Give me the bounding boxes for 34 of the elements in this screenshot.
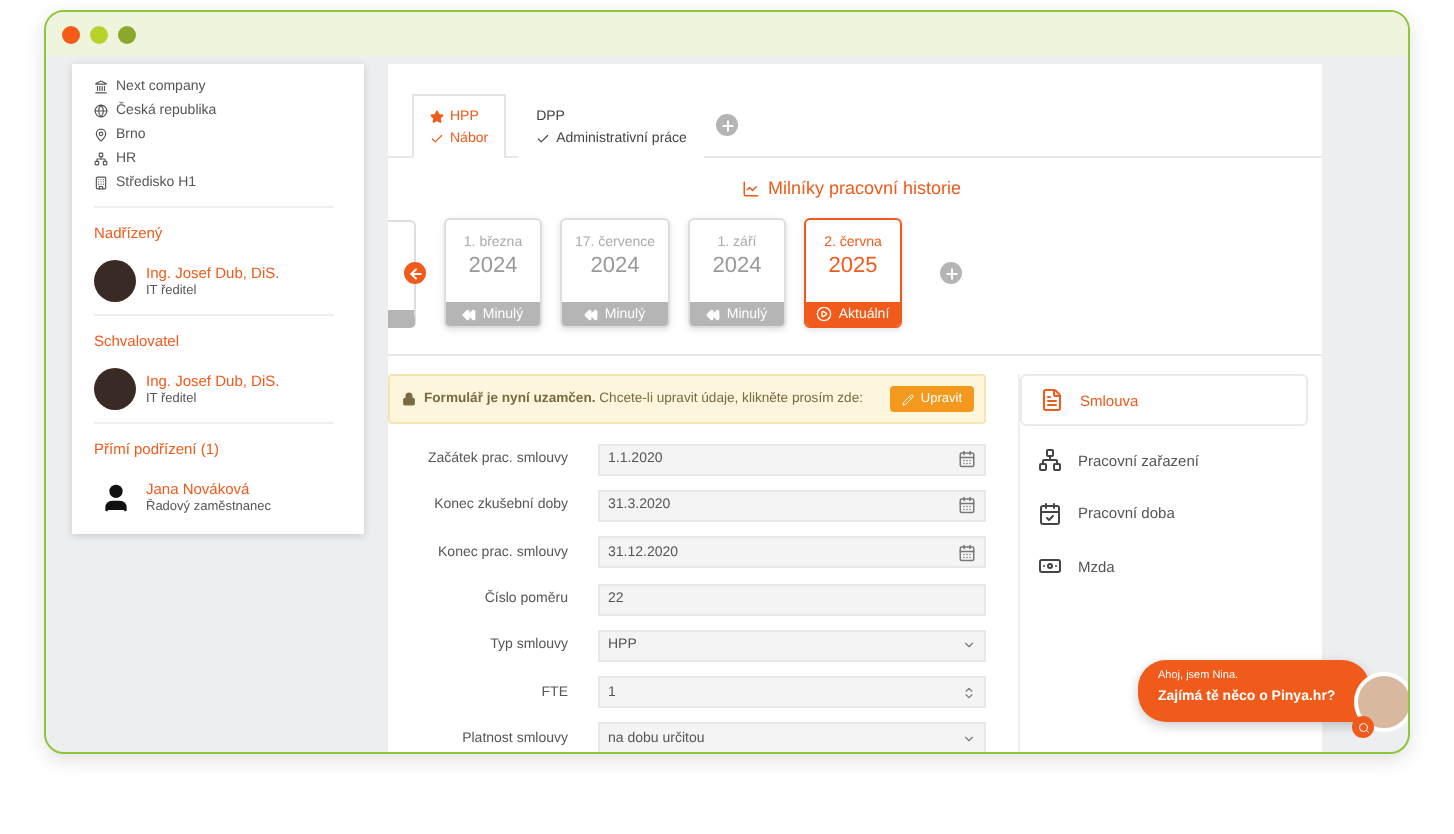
line-chart-icon (742, 179, 760, 197)
chevron-down-icon[interactable] (962, 731, 976, 746)
globe-icon (94, 103, 108, 117)
calendar-icon[interactable] (958, 496, 976, 515)
add-icon[interactable] (940, 262, 962, 284)
check-icon (430, 131, 444, 145)
add-icon[interactable] (716, 114, 739, 136)
play-icon (816, 306, 833, 322)
minimize-dot-icon[interactable] (90, 25, 108, 43)
building-icon (94, 175, 108, 189)
search-icon[interactable] (1352, 716, 1374, 738)
calendar-icon[interactable] (958, 450, 976, 469)
pencil-icon (902, 393, 915, 405)
banknote-icon (1038, 554, 1062, 579)
arrow-left-icon[interactable] (404, 262, 426, 284)
maximize-dot-icon[interactable] (118, 25, 136, 43)
rewind-icon (584, 307, 599, 321)
milestones-title: Milníky pracovní historie (742, 178, 962, 198)
calendar-check-icon (1038, 501, 1062, 526)
avatar-placeholder (94, 368, 136, 410)
chevron-down-icon[interactable] (962, 638, 976, 653)
org-chart-icon (94, 151, 108, 165)
avatar-placeholder (94, 260, 136, 302)
lock-icon (402, 392, 416, 406)
map-pin-icon (94, 127, 108, 141)
check-icon (536, 131, 551, 145)
spinner-arrows-icon[interactable] (962, 685, 976, 700)
document-icon (1040, 388, 1064, 412)
org-chart-icon (1038, 448, 1062, 473)
rewind-icon (706, 307, 721, 321)
bank-icon (94, 79, 108, 93)
calendar-icon[interactable] (958, 543, 976, 562)
close-dot-icon[interactable] (62, 25, 80, 43)
rewind-icon (462, 307, 477, 321)
